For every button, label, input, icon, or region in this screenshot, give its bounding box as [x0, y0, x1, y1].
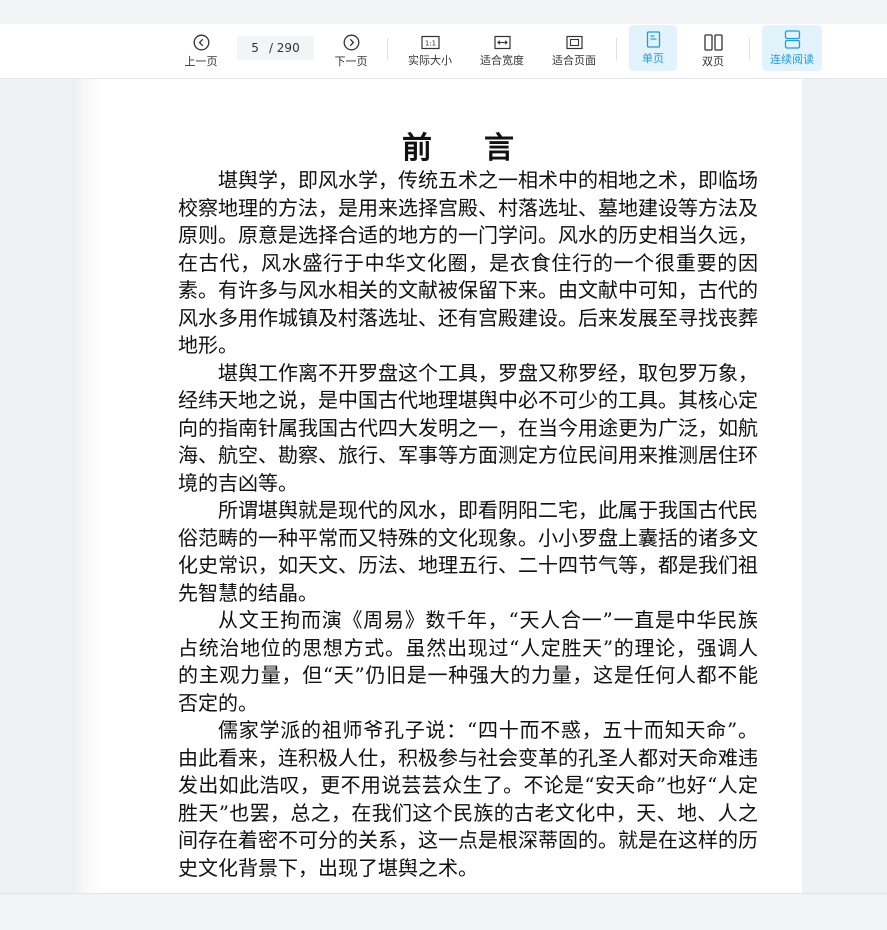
- window-top-strip: [0, 0, 887, 24]
- double-page-label: 双页: [702, 54, 724, 68]
- fit-page-button[interactable]: 适合页面: [547, 24, 601, 78]
- single-page-icon: [646, 30, 660, 48]
- toolbar-divider: [616, 38, 617, 60]
- continuous-read-label: 连续阅读: [770, 52, 814, 66]
- fit-page-icon: [565, 35, 583, 49]
- paragraph: 儒家学派的祖师爷孔子说：“四十而不惑，五十而知天命”。由此看来，连积极人仕，积极…: [178, 718, 758, 880]
- prev-page-button[interactable]: 上一页: [182, 24, 220, 78]
- page-indicator[interactable]: 5 / 290: [237, 36, 314, 60]
- fit-width-label: 适合宽度: [480, 53, 524, 67]
- fit-width-button[interactable]: 适合宽度: [475, 24, 529, 78]
- continuous-read-icon: [784, 29, 800, 49]
- toolbar-divider: [749, 38, 750, 60]
- single-page-label: 单页: [642, 51, 664, 65]
- paragraph: 所谓堪舆就是现代的风水，即看阴阳二宅，此属于我国古代民俗范畴的一种平常而又特殊的…: [178, 498, 758, 605]
- next-page-button[interactable]: 下一页: [332, 24, 370, 78]
- page-body: 堪舆学，即风水学，传统五术之一相术中的相地之术，即临场校察地理的方法，是用来选择…: [178, 167, 758, 882]
- paragraph: 从文王拘而演《周易》数千年，“天人合一”一直是中华民族占统治地位的思想方式。虽然…: [178, 608, 758, 715]
- actual-size-button[interactable]: 1:1 实际大小: [403, 24, 457, 78]
- page-title: 前言: [402, 131, 566, 166]
- single-page-button[interactable]: 单页: [629, 25, 677, 71]
- chevron-right-circle-icon: [343, 34, 359, 50]
- next-page-label: 下一页: [334, 54, 368, 68]
- prev-page-label: 上一页: [184, 54, 218, 68]
- fit-page-label: 适合页面: [552, 53, 596, 67]
- svg-text:1:1: 1:1: [424, 39, 435, 47]
- current-page-input[interactable]: 5: [251, 41, 259, 55]
- continuous-read-button[interactable]: 连续阅读: [762, 25, 822, 71]
- reader-toolbar: 上一页 5 / 290 下一页 1:1 实际大小 适合宽度 适合页面 单页 双页…: [0, 24, 887, 79]
- chevron-left-circle-icon: [193, 34, 209, 50]
- document-viewport[interactable]: 前言 堪舆学，即风水学，传统五术之一相术中的相地之术，即临场校察地理的方法，是用…: [0, 79, 887, 893]
- fit-width-icon: [493, 35, 511, 49]
- actual-size-icon: 1:1: [420, 35, 440, 49]
- total-pages: / 290: [268, 41, 300, 55]
- toolbar-divider: [387, 38, 388, 60]
- document-page: 前言 堪舆学，即风水学，传统五术之一相术中的相地之术，即临场校察地理的方法，是用…: [72, 79, 802, 893]
- bottom-status-bar: [0, 893, 887, 930]
- scanned-page-edge: [72, 79, 102, 893]
- double-page-icon: [703, 33, 723, 51]
- actual-size-label: 实际大小: [408, 53, 452, 67]
- paragraph: 堪舆学，即风水学，传统五术之一相术中的相地之术，即临场校察地理的方法，是用来选择…: [178, 168, 758, 357]
- paragraph: 堪舆工作离不开罗盘这个工具，罗盘又称罗经，取包罗万象，经纬天地之说，是中国古代地…: [178, 360, 758, 495]
- double-page-button[interactable]: 双页: [692, 24, 734, 78]
